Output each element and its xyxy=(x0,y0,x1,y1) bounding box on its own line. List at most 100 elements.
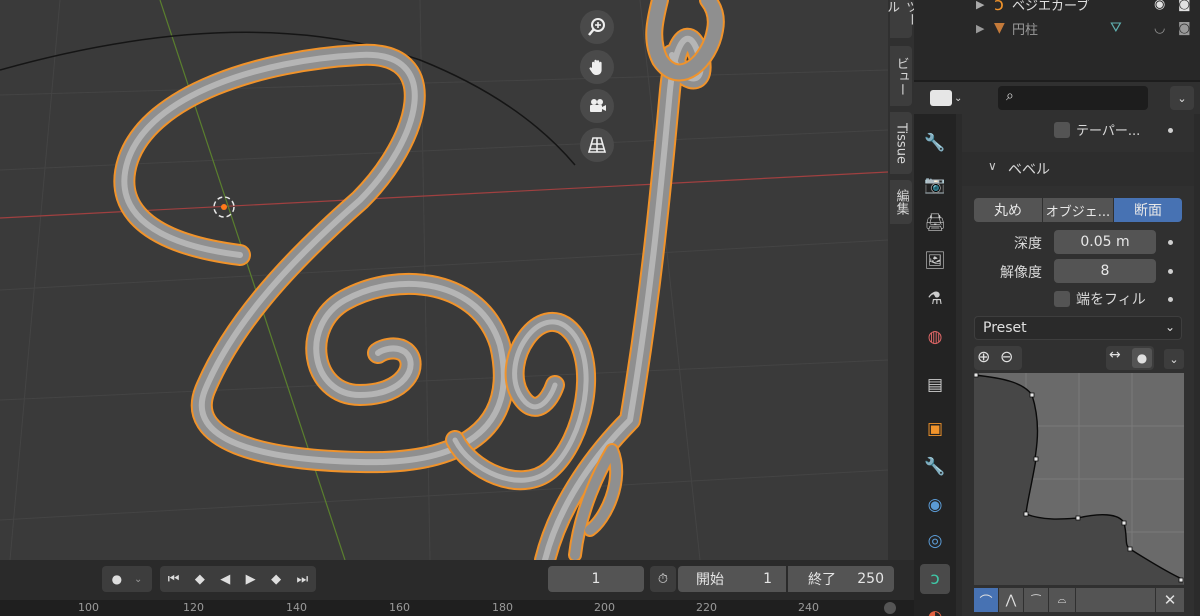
timeline-ruler[interactable]: 100 120 140 160 180 200 220 240 xyxy=(0,600,914,616)
chevron-down-icon: ⌄ xyxy=(1164,320,1175,334)
options-chevron-icon[interactable]: ⌄ xyxy=(1170,86,1194,110)
zoom-out-icon[interactable]: ⊖ xyxy=(1000,347,1013,366)
end-value: 250 xyxy=(857,571,884,587)
reset-close-icon[interactable]: ✕ xyxy=(1156,588,1184,612)
start-frame-field[interactable]: 開始 1 xyxy=(678,566,786,592)
jump-start-icon[interactable]: ⏮ xyxy=(168,572,180,587)
camera-render-icon[interactable]: ◙ xyxy=(1178,0,1191,12)
object-icon[interactable]: ▣ xyxy=(920,414,950,444)
outliner-row[interactable]: ▶ ▼ 円柱 ⛛ ◡ ◙ xyxy=(914,16,1200,40)
mode-object-button[interactable]: オブジェ... xyxy=(1043,198,1113,222)
record-icon: ● xyxy=(111,572,123,586)
profile-curve-widget[interactable] xyxy=(973,372,1184,585)
start-label: 開始 xyxy=(696,572,724,588)
end-frame-field[interactable]: 終了 250 xyxy=(788,566,894,592)
expand-arrow-icon[interactable]: ▶ xyxy=(976,22,984,35)
scene-icon[interactable]: ⚗ xyxy=(920,284,950,314)
outliner-row[interactable]: ▶ ↄ ベジエカーブ ◉ ◙ xyxy=(914,0,1200,16)
eye-icon[interactable]: ◉ xyxy=(1154,0,1165,12)
hide-render-icon[interactable]: ◡ xyxy=(1154,21,1165,36)
properties-header: ⌄ ⌕ ⌄ xyxy=(914,82,1200,114)
curve-options-chevron-icon[interactable]: ⌄ xyxy=(1164,349,1184,369)
keyframe-dot-icon[interactable] xyxy=(1168,240,1173,245)
resolution-label: 解像度 xyxy=(1000,265,1042,281)
next-keyframe-icon[interactable]: ◆ xyxy=(271,572,281,587)
prev-keyframe-icon[interactable]: ◆ xyxy=(195,572,205,587)
playback-controls: ⏮ ◆ ◀ ▶ ◆ ⏭ xyxy=(160,566,316,592)
keyframe-dot-icon[interactable] xyxy=(1168,128,1173,133)
mode-round-button[interactable]: 丸め xyxy=(974,198,1042,222)
taper-label: テーパー... xyxy=(1076,124,1141,139)
mode-profile-button[interactable]: 断面 xyxy=(1114,198,1182,222)
perspective-grid-icon[interactable] xyxy=(580,128,614,162)
outliner-item-label: ベジエカーブ xyxy=(1012,0,1090,14)
keyframe-dot-icon[interactable] xyxy=(1168,269,1173,274)
stopwatch-icon[interactable]: ⏱ xyxy=(650,566,676,592)
fill-caps-label: 端をフィル xyxy=(1076,292,1146,308)
world-icon[interactable]: ◍ xyxy=(920,322,950,352)
collapse-chevron-icon: ∨ xyxy=(988,159,997,173)
tab-view[interactable]: ビュー xyxy=(890,46,912,106)
chevron-down-icon: ⌄ xyxy=(954,92,963,104)
taper-checkbox[interactable] xyxy=(1054,122,1070,138)
particles-icon[interactable]: ◉ xyxy=(920,490,950,520)
jump-end-icon[interactable]: ⏭ xyxy=(297,572,309,587)
camera-view-icon[interactable] xyxy=(580,89,614,123)
collection-icon[interactable]: ▤ xyxy=(920,370,950,400)
tab-tissue[interactable]: Tissue xyxy=(890,112,912,174)
keying-dropdown[interactable]: ● ⌄ xyxy=(102,566,152,592)
outliner-item-label: 円柱 xyxy=(1012,22,1039,38)
preset-dropdown[interactable]: Preset ⌄ xyxy=(974,316,1182,340)
support-loops-icon[interactable]: ⌒ xyxy=(974,588,998,612)
mesh-icon: ▼ xyxy=(994,20,1005,36)
tool-settings-icon[interactable]: 🔧 xyxy=(920,128,950,158)
ruler-scroll-handle[interactable] xyxy=(884,602,896,614)
depth-label: 深度 xyxy=(1014,236,1042,252)
profile-curve-graph xyxy=(973,372,1184,585)
zoom-in-icon[interactable]: ⊕ xyxy=(977,347,990,366)
chevron-down-icon: ⌄ xyxy=(134,573,143,585)
expand-arrow-icon[interactable]: ▶ xyxy=(976,0,984,11)
modifier-wrench-icon[interactable]: 🔧 xyxy=(920,452,950,482)
physics-icon[interactable]: ◎ xyxy=(920,526,950,556)
view-layer-icon[interactable]: 🖼 xyxy=(920,246,950,276)
search-input[interactable]: ⌕ xyxy=(998,86,1148,110)
steps-icon[interactable]: ⌓ xyxy=(1049,588,1075,612)
search-icon: ⌕ xyxy=(1006,88,1014,104)
render-icon[interactable]: 📷 xyxy=(920,170,950,200)
bevel-subpanel-header[interactable]: ∨ ベベル xyxy=(962,152,1194,186)
zoom-icon[interactable] xyxy=(580,10,614,44)
end-label: 終了 xyxy=(808,572,836,588)
outliner: ▶ ↄ ベジエカーブ ◉ ◙ ▶ ▼ 円柱 ⛛ ◡ ◙ xyxy=(914,0,1200,80)
play-icon[interactable]: ▶ xyxy=(246,572,256,587)
fill-caps-checkbox[interactable] xyxy=(1054,291,1070,307)
ruler-tick: 100 xyxy=(78,601,99,614)
play-reverse-icon[interactable]: ◀ xyxy=(220,572,230,587)
editor-type-dropdown[interactable]: ⌄ xyxy=(930,88,966,108)
hand-pan-icon[interactable] xyxy=(580,50,614,84)
handle-type-icon[interactable]: ● xyxy=(1132,348,1152,368)
ruler-tick: 180 xyxy=(492,601,513,614)
keyframe-dot-icon[interactable] xyxy=(1168,297,1173,302)
material-icon[interactable]: ◐ xyxy=(920,602,950,616)
flip-horizontal-icon[interactable]: ↔ xyxy=(1109,347,1121,363)
tab-tool[interactable]: ツール xyxy=(884,0,918,38)
camera-render-icon[interactable]: ◙ xyxy=(1178,21,1191,36)
curve-geometry-panel: テーパー... ∨ ベベル 丸め オブジェ... 断面 深度 0.05 m 解像… xyxy=(962,114,1194,616)
tab-edit[interactable]: 編集 xyxy=(890,180,912,224)
curve-data-icon[interactable]: ↄ xyxy=(920,564,950,594)
zoom-buttons-group: ⊕ ⊖ xyxy=(974,346,1022,370)
3d-viewport[interactable] xyxy=(0,0,888,560)
ruler-tick: 160 xyxy=(389,601,410,614)
ruler-tick: 240 xyxy=(798,601,819,614)
depth-field[interactable]: 0.05 m xyxy=(1054,230,1156,254)
output-icon[interactable]: 🖨 xyxy=(920,208,950,238)
properties-editor-icon xyxy=(930,90,952,106)
crown-icon[interactable]: ⁀ xyxy=(1024,588,1048,612)
bezier-curve-icon: ↄ xyxy=(994,0,1004,15)
cornice-icon[interactable]: ⋀ xyxy=(999,588,1023,612)
ruler-tick: 200 xyxy=(594,601,615,614)
resolution-field[interactable]: 8 xyxy=(1054,259,1156,283)
current-frame-field[interactable]: 1 xyxy=(548,566,644,592)
bevel-section-title: ベベル xyxy=(1008,162,1050,178)
